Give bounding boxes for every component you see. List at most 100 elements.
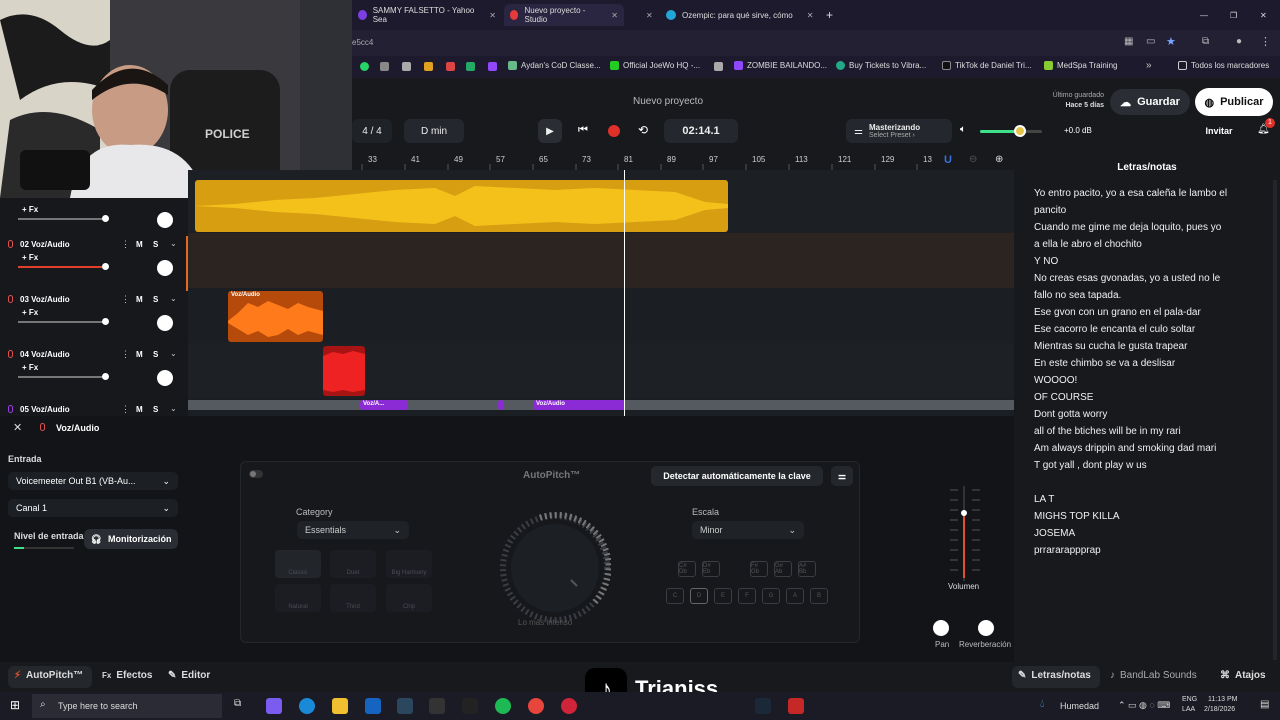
steam-icon[interactable] [397, 698, 413, 714]
style-natural[interactable]: Natural [275, 584, 321, 612]
store-icon[interactable] [429, 698, 445, 714]
pan-knob[interactable] [157, 260, 173, 276]
timeline-area[interactable]: Voz/Audio Voz/A... Voz/Audio [188, 170, 1014, 416]
audio-clip[interactable]: Voz/Audio [228, 291, 323, 342]
key-a-sharp[interactable]: A# Bb [798, 561, 816, 577]
language-line2[interactable]: LAA [1182, 706, 1195, 713]
app-icon[interactable] [462, 698, 478, 714]
key-g[interactable]: G [762, 588, 780, 604]
bookmark-item[interactable]: Aydan's CoD Classe... [508, 61, 601, 70]
tab-audio[interactable]: ✕ [626, 4, 658, 26]
sounds-tab[interactable]: ♪ BandLab Sounds [1110, 670, 1197, 681]
close-icon[interactable]: ✕ [489, 11, 496, 20]
audio-clip[interactable] [195, 180, 728, 232]
editor-tab[interactable]: ✎ Editor [168, 670, 210, 681]
mute-button[interactable]: M [136, 350, 143, 359]
loop-button[interactable]: ⟲ [638, 123, 648, 137]
task-view-icon[interactable]: ⧉ [234, 698, 241, 709]
close-icon[interactable]: ✕ [611, 11, 618, 20]
lyric-line[interactable]: MIGHS TOP KILLA [1034, 511, 1120, 522]
maximize-button[interactable]: ❐ [1224, 4, 1244, 26]
detect-key-button[interactable]: Detectar automáticamente la clave [651, 466, 823, 486]
time-signature[interactable]: 4 / 4 [352, 119, 392, 143]
chevron-down-icon[interactable]: ⌄ [170, 404, 177, 413]
track-header-03[interactable]: 03 Voz/Audio ⋮ M S ⌄ + Fx [0, 291, 188, 346]
spotify-icon[interactable] [495, 698, 511, 714]
lyric-line[interactable]: Am always drippin and smoking dad mari [1034, 443, 1216, 454]
track-name[interactable]: 03 Voz/Audio [20, 295, 70, 304]
mute-button[interactable]: M [136, 295, 143, 304]
invite-button[interactable]: Invitar [1198, 119, 1240, 143]
tray-icons[interactable]: ⌃ ▭ ◍ ◌ ⌨ [1118, 700, 1170, 711]
pan-knob[interactable] [157, 212, 173, 228]
weather-icon[interactable]: 💧︎ [1040, 698, 1044, 711]
tab-studio[interactable]: Nuevo proyecto - Studio ✕ [504, 4, 624, 26]
lyric-line[interactable]: pancito [1034, 205, 1066, 216]
key-d[interactable]: D [690, 588, 708, 604]
track-name[interactable]: 02 Voz/Audio [20, 240, 70, 249]
close-panel-icon[interactable]: ✕ [13, 421, 22, 434]
bookmark-item[interactable]: MedSpa Training [1044, 61, 1117, 70]
mute-button[interactable]: M [136, 240, 143, 249]
fx-button[interactable]: + Fx [22, 308, 38, 317]
clock-date[interactable]: 2/18/2026 [1204, 706, 1235, 713]
style-duet[interactable]: Duet [330, 550, 376, 578]
pan-knob[interactable] [933, 620, 949, 636]
publish-button[interactable]: ◍ Publicar [1195, 88, 1273, 116]
track-volume-slider[interactable] [18, 373, 109, 380]
minimize-button[interactable]: — [1194, 4, 1214, 26]
lyric-line[interactable]: all of the btiches will be in my rari [1034, 426, 1181, 437]
key-selector[interactable]: D min [404, 119, 464, 143]
language-line1[interactable]: ENG [1182, 696, 1197, 703]
key-b[interactable]: B [810, 588, 828, 604]
mute-button[interactable]: M [136, 405, 143, 414]
lyric-line[interactable]: En este chimbo se va a deslisar [1034, 358, 1175, 369]
master-volume-slider[interactable] [980, 125, 1042, 137]
all-bookmarks[interactable]: Todos los marcadores [1178, 61, 1269, 70]
window-close-button[interactable]: ✕ [1254, 4, 1274, 26]
autopitch-toggle[interactable] [249, 470, 263, 478]
style-chip[interactable]: Chip [386, 584, 432, 612]
more-icon[interactable]: ⋮ [121, 239, 130, 250]
solo-button[interactable]: S [153, 240, 158, 249]
pan-knob[interactable] [157, 370, 173, 386]
fx-button[interactable]: + Fx [22, 205, 38, 214]
key-c-sharp[interactable]: C# Db [678, 561, 696, 577]
style-big-harmony[interactable]: Big Harmony [386, 550, 432, 578]
pin-icon[interactable] [714, 62, 723, 71]
play-button[interactable]: ▶ [538, 119, 562, 143]
lyric-line[interactable]: JOSEMA [1034, 528, 1075, 539]
category-select[interactable]: Essentials ⌄ [297, 521, 409, 539]
channel-select[interactable]: Canal 1 ⌄ [8, 499, 178, 517]
lyric-line[interactable]: T got yall , dont play w us [1034, 460, 1147, 471]
chrome-icon[interactable] [528, 698, 544, 714]
style-third[interactable]: Third [330, 584, 376, 612]
project-title[interactable]: Nuevo proyecto [352, 96, 984, 107]
bookmark-item[interactable]: ZOMBIE BAILANDO... [734, 61, 827, 70]
bookmark-item[interactable]: Buy Tickets to Vibra... [836, 61, 926, 70]
bookmark-icon[interactable] [466, 62, 475, 71]
taskbar-search[interactable]: ⌕ Type here to search [32, 694, 222, 718]
lyric-line[interactable]: Yo entro pacito, yo a esa caleña le lamb… [1034, 188, 1227, 199]
reverb-knob[interactable] [978, 620, 994, 636]
lyric-line[interactable]: Y NO [1034, 256, 1058, 267]
lane-4[interactable] [188, 343, 1014, 398]
audio-clip[interactable] [323, 346, 365, 396]
track-header-04[interactable]: 04 Voz/Audio ⋮ M S ⌄ + Fx [0, 346, 188, 401]
skip-back-button[interactable]: ⏮ [578, 124, 588, 137]
tab-ozempic[interactable]: Ozempic: para qué sirve, cómo ✕ [660, 4, 820, 26]
slider-thumb[interactable] [102, 318, 109, 325]
solo-button[interactable]: S [153, 295, 158, 304]
slider-thumb[interactable] [102, 373, 109, 380]
save-button[interactable]: ☁ Guardar [1110, 89, 1190, 115]
chevron-down-icon[interactable]: ⌄ [170, 294, 177, 303]
audio-clip[interactable] [498, 400, 504, 410]
timeline-ruler[interactable]: 33 41 49 57 65 73 81 89 97 105 113 121 1… [352, 152, 1014, 170]
track-name[interactable]: 04 Voz/Audio [20, 350, 70, 359]
track-volume-slider[interactable] [18, 318, 109, 325]
key-f-sharp[interactable]: F# Gb [750, 561, 768, 577]
menu-icon[interactable]: ⋮ [1260, 35, 1271, 48]
lyrics-tab[interactable]: ✎ Letras/notas [1018, 670, 1091, 681]
more-icon[interactable]: ⋮ [121, 349, 130, 360]
zoom-in-icon[interactable]: ⊕ [995, 154, 1003, 165]
